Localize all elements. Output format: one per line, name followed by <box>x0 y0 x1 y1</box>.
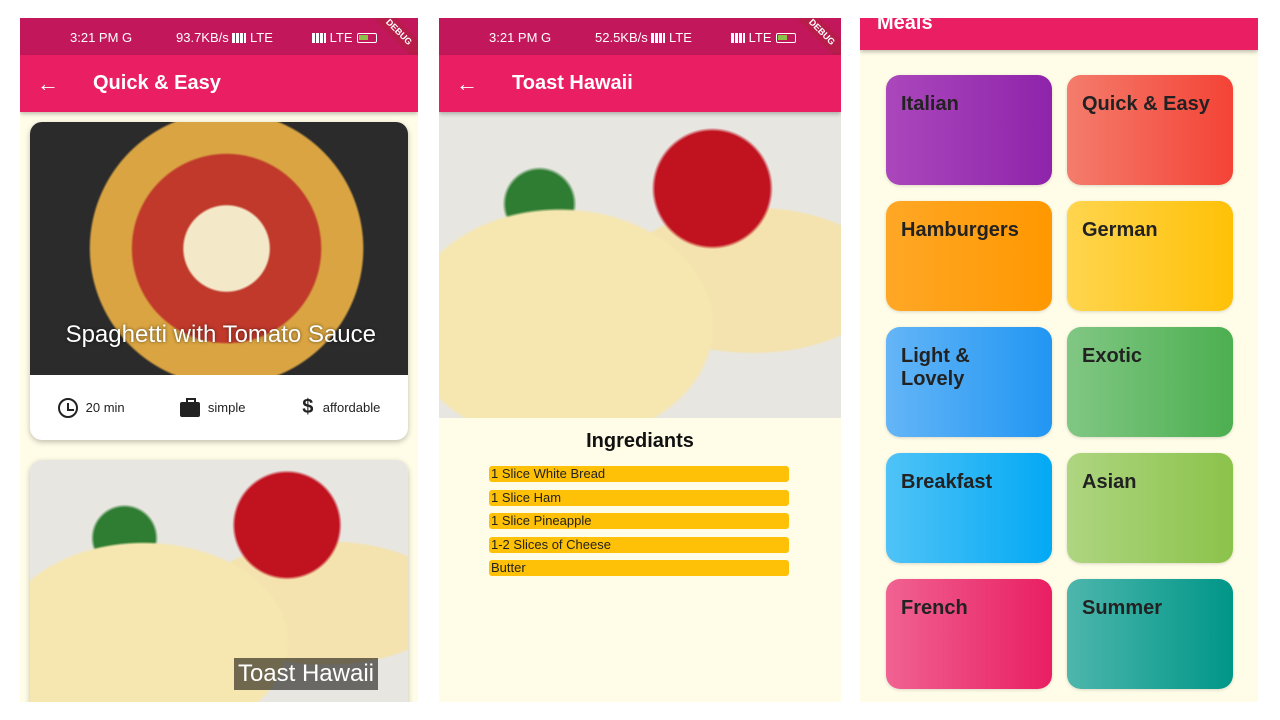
signal-icon <box>232 33 247 43</box>
category-tile[interactable]: Hamburgers <box>886 201 1052 311</box>
clock-icon <box>57 397 78 418</box>
meal-title: Toast Hawaii <box>233 658 378 690</box>
category-label: Exotic <box>1082 345 1143 367</box>
status-speed: 93.7KB/s LTE <box>176 30 273 45</box>
category-label: Summer <box>1082 597 1163 619</box>
category-label: Quick & Easy <box>1082 93 1210 115</box>
status-time: 3:21 PM G <box>489 30 552 45</box>
ingredients-heading: Ingrediants <box>586 430 694 452</box>
category-label: Light & Lovely <box>901 345 970 390</box>
page-title: Toast Hawaii <box>512 72 633 94</box>
meal-card[interactable]: Toast Hawaii <box>30 460 408 702</box>
meal-detail-screen: 3:21 PM G 52.5KB/s LTE LTE DEBUG ← Toast… <box>439 18 841 702</box>
meal-image-fill <box>439 112 841 418</box>
signal-icon <box>651 33 666 43</box>
category-tile[interactable]: Italian <box>886 75 1052 185</box>
category-tile[interactable]: Quick & Easy <box>1067 75 1233 185</box>
work-icon <box>179 397 200 417</box>
duration: 20 min <box>57 397 125 418</box>
ingredient-item: 1 Slice White Bread <box>489 466 789 482</box>
status-network: LTE <box>731 30 796 45</box>
ingredients-list: 1 Slice White Bread 1 Slice Ham 1 Slice … <box>489 466 789 584</box>
page-title: Quick & Easy <box>93 72 221 94</box>
complexity: simple <box>179 397 246 417</box>
category-label: French <box>901 597 968 619</box>
arrow-back-icon[interactable]: ← <box>20 71 76 97</box>
category-tile[interactable]: Light & Lovely <box>886 327 1052 437</box>
categories-screen: Meals Italian Quick & Easy Hamburgers Ge… <box>860 18 1258 702</box>
signal-icon <box>312 33 326 43</box>
category-tile[interactable]: French <box>886 579 1052 689</box>
category-tile[interactable]: Summer <box>1067 579 1233 689</box>
category-label: Breakfast <box>901 471 993 493</box>
category-tile[interactable]: German <box>1067 201 1233 311</box>
affordability: $ affordable <box>302 396 381 418</box>
status-bar: 3:21 PM G 52.5KB/s LTE LTE DEBUG <box>439 18 841 70</box>
battery-icon <box>356 33 377 43</box>
page-title: Meals <box>877 18 933 34</box>
battery-icon <box>775 33 796 43</box>
app-bar: ← Toast Hawaii <box>439 55 841 112</box>
category-tile[interactable]: Exotic <box>1067 327 1233 437</box>
meal-card[interactable]: Spaghetti with Tomato Sauce 20 min simpl… <box>30 122 408 440</box>
ingredient-item: Butter <box>489 560 789 576</box>
category-label: German <box>1082 219 1158 241</box>
meal-image <box>439 112 841 418</box>
category-label: Asian <box>1082 471 1137 493</box>
category-tile[interactable]: Breakfast <box>886 453 1052 563</box>
status-time: 3:21 PM G <box>70 30 133 45</box>
meal-title: Spaghetti with Tomato Sauce <box>65 321 376 348</box>
app-bar: ← Quick & Easy <box>20 55 418 112</box>
status-bar: 3:21 PM G 93.7KB/s LTE LTE DEBUG <box>20 18 418 70</box>
arrow-back-icon[interactable]: ← <box>439 71 495 97</box>
ingredient-item: 1 Slice Ham <box>489 489 789 506</box>
status-speed: 52.5KB/s LTE <box>595 30 692 45</box>
category-label: Hamburgers <box>901 219 1019 241</box>
signal-icon <box>731 33 745 43</box>
category-label: Italian <box>901 93 959 115</box>
category-tile[interactable]: Asian <box>1067 453 1233 563</box>
dollar-icon: $ <box>302 396 314 418</box>
ingredient-item: 1 Slice Pineapple <box>489 513 789 529</box>
meal-list-screen: 3:21 PM G 93.7KB/s LTE LTE DEBUG ← Quick… <box>20 18 418 702</box>
ingredient-item: 1-2 Slices of Cheese <box>489 536 789 553</box>
status-network: LTE <box>312 30 377 45</box>
meal-meta: 20 min simple $ affordable <box>30 375 408 440</box>
app-bar: Meals <box>860 18 1258 50</box>
